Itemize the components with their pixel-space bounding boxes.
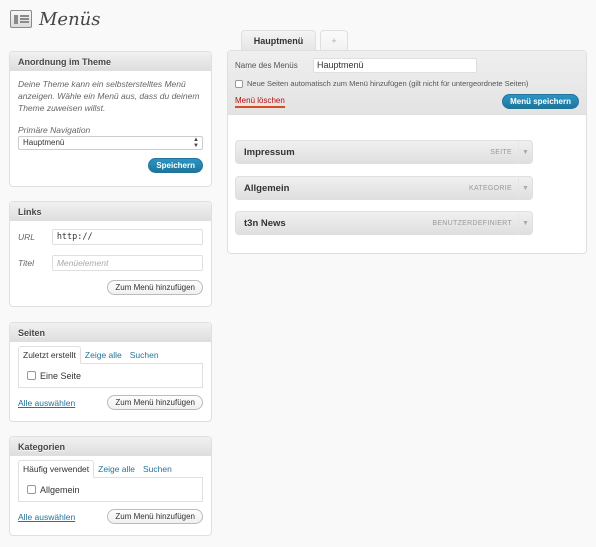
url-input[interactable]: http:// [51, 229, 203, 245]
menu-item[interactable]: Allgemein KATEGORIE ▼ [235, 176, 533, 200]
menu-item[interactable]: Impressum SEITE ▼ [235, 140, 533, 164]
categories-list: Allgemein [18, 478, 203, 502]
tab-search[interactable]: Suchen [126, 347, 163, 363]
add-menu-tab[interactable]: + [320, 30, 348, 50]
select-all-link[interactable]: Alle auswählen [18, 398, 75, 408]
theme-description: Deine Theme kann ein selbsterstelltes Me… [18, 79, 200, 113]
pages-tabs: Zuletzt erstellt Zeige alle Suchen [18, 346, 203, 364]
page-title: Menüs [39, 8, 101, 30]
select-arrows-icon: ▲ ▼ [193, 137, 199, 149]
menu-name-input[interactable]: Hauptmenü [313, 58, 477, 73]
menu-item-type: SEITE [490, 148, 512, 156]
menus-icon [10, 10, 32, 28]
expand-arrow-icon[interactable]: ▼ [518, 140, 532, 164]
menu-tabs: Hauptmenü + [241, 30, 348, 50]
auto-add-checkbox[interactable] [235, 79, 243, 88]
select-all-link[interactable]: Alle auswählen [18, 512, 75, 522]
page-header: Menüs [10, 6, 101, 32]
tab-show-all[interactable]: Zeige alle [81, 347, 126, 363]
menu-item[interactable]: t3n News BENUTZERDEFINIERT ▼ [235, 211, 533, 235]
categories-tabs: Häufig verwendet Zeige alle Suchen [18, 460, 203, 478]
save-menu-button[interactable]: Menü speichern [502, 94, 579, 109]
url-label: URL [18, 232, 36, 242]
menu-item-type: BENUTZERDEFINIERT [432, 219, 512, 227]
tab-search[interactable]: Suchen [139, 461, 176, 477]
pages-list: Eine Seite [18, 364, 203, 388]
select-value: Hauptmenü [23, 138, 65, 147]
add-pages-button[interactable]: Zum Menü hinzufügen [107, 395, 203, 410]
menu-editor: Name des Menüs Hauptmenü Neue Seiten aut… [227, 50, 587, 254]
title-label: Titel [18, 258, 34, 268]
menu-editor-header: Name des Menüs Hauptmenü Neue Seiten aut… [228, 51, 586, 115]
title-input[interactable]: Menüelement [51, 255, 203, 271]
box-title: Kategorien [10, 437, 211, 456]
save-button[interactable]: Speichern [148, 158, 203, 173]
auto-add-label: Neue Seiten automatisch zum Menü hinzufü… [247, 79, 529, 88]
menu-item-title: Allgemein [244, 182, 290, 194]
categories-box: Kategorien Häufig verwendet Zeige alle S… [9, 436, 212, 536]
menu-item-type: KATEGORIE [468, 184, 512, 192]
page-item-label: Eine Seite [40, 370, 82, 381]
tab-main-menu[interactable]: Hauptmenü [241, 30, 316, 50]
expand-arrow-icon[interactable]: ▼ [518, 211, 532, 235]
primary-nav-select[interactable]: Hauptmenü ▲ ▼ [18, 136, 203, 150]
pages-box: Seiten Zuletzt erstellt Zeige alle Suche… [9, 322, 212, 422]
menu-item-title: Impressum [244, 146, 295, 158]
menu-name-label: Name des Menüs [235, 61, 298, 70]
box-title: Anordnung im Theme [10, 52, 211, 71]
menu-item-title: t3n News [244, 217, 286, 229]
tab-most-used[interactable]: Häufig verwendet [18, 460, 95, 478]
add-link-button[interactable]: Zum Menü hinzufügen [107, 280, 203, 295]
tab-show-all[interactable]: Zeige alle [94, 461, 139, 477]
expand-arrow-icon[interactable]: ▼ [518, 176, 532, 200]
box-title: Links [10, 202, 211, 221]
tab-recent[interactable]: Zuletzt erstellt [18, 346, 81, 364]
add-categories-button[interactable]: Zum Menü hinzufügen [107, 509, 203, 524]
page-checkbox[interactable] [27, 371, 36, 380]
delete-menu-link[interactable]: Menü löschen [235, 96, 285, 108]
category-item-label: Allgemein [40, 484, 80, 495]
box-title: Seiten [10, 323, 211, 342]
theme-locations-box: Anordnung im Theme Deine Theme kann ein … [9, 51, 212, 187]
links-box: Links URL http:// Titel Menüelement Zum … [9, 201, 212, 307]
primary-nav-label: Primäre Navigation [18, 125, 91, 135]
category-checkbox[interactable] [27, 485, 36, 494]
